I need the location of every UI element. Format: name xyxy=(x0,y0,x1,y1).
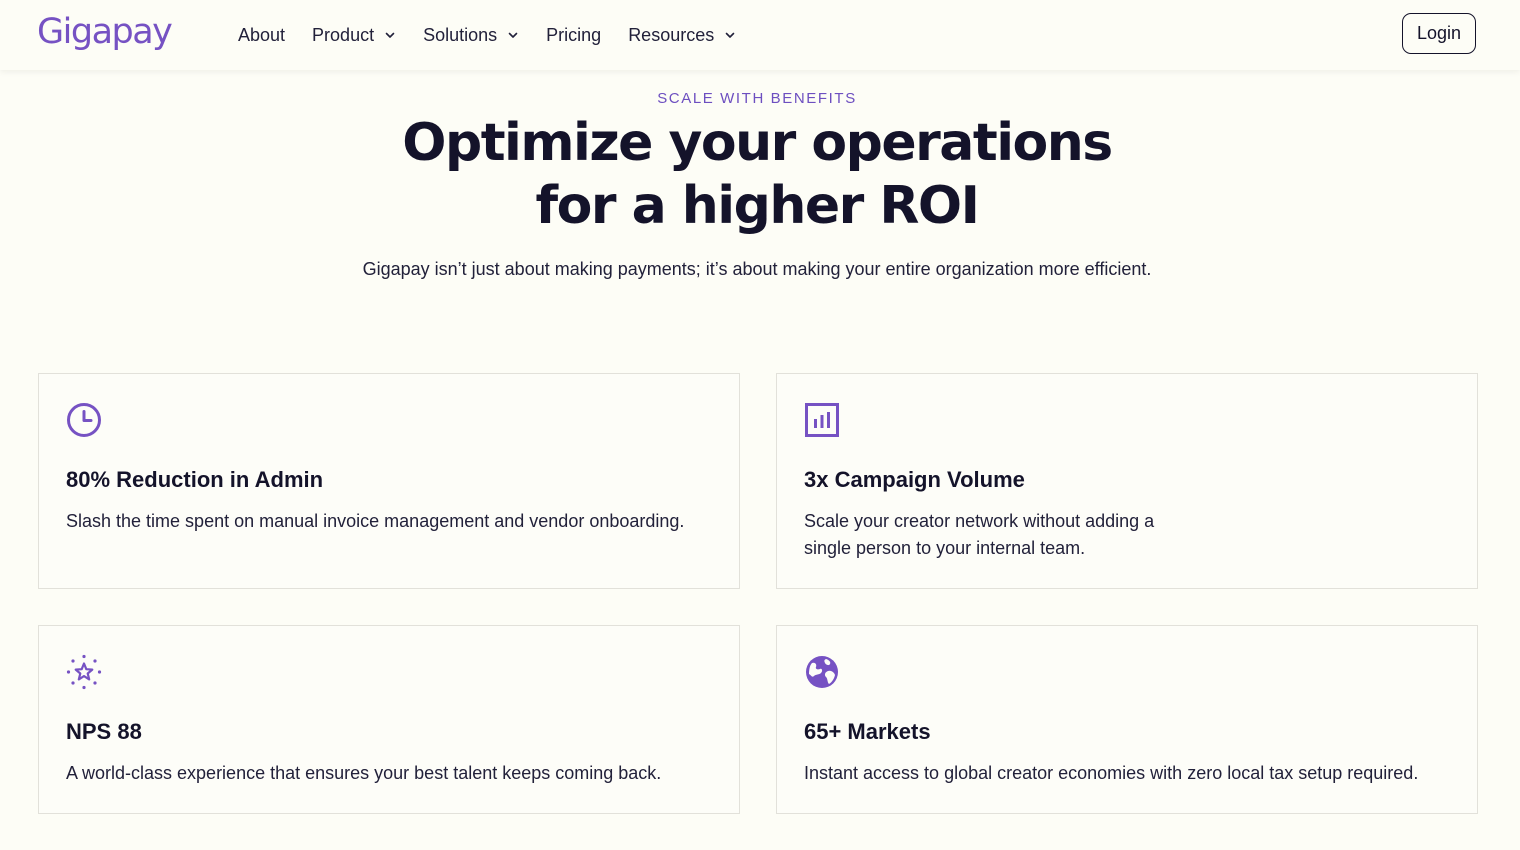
card-description: Instant access to global creator economi… xyxy=(804,763,1419,783)
nav-item-label: Pricing xyxy=(546,24,602,45)
nav-item-label: Product xyxy=(312,24,375,45)
nav-item-solutions[interactable]: Solutions xyxy=(423,25,519,46)
headline-line-2: for a higher ROI xyxy=(535,176,980,236)
login-button[interactable]: Login xyxy=(1402,13,1476,54)
benefit-card-admin: 80% Reduction in Admin Slash the time sp… xyxy=(38,373,740,589)
section-eyebrow: SCALE WITH BENEFITS xyxy=(657,90,857,107)
benefit-card-markets: 65+ Markets Instant access to global cre… xyxy=(776,625,1478,814)
page-title: Optimize your operations for a higher RO… xyxy=(0,112,1514,238)
globe-icon xyxy=(804,654,840,690)
bar-chart-icon xyxy=(804,402,840,438)
card-title: NPS 88 xyxy=(66,719,142,744)
chevron-down-icon xyxy=(724,29,736,41)
card-title: 3x Campaign Volume xyxy=(804,467,1025,492)
card-description: Scale your creator network without addin… xyxy=(804,511,1155,558)
card-title: 65+ Markets xyxy=(804,719,931,744)
card-title: 80% Reduction in Admin xyxy=(66,467,324,492)
hero-subheading: Gigapay isn’t just about making payments… xyxy=(362,259,1152,279)
nav-item-label: Solutions xyxy=(423,24,498,45)
card-description: Slash the time spent on manual invoice m… xyxy=(66,511,685,531)
gigapay-logo[interactable]: Gigapay xyxy=(37,9,173,55)
benefit-card-campaign: 3x Campaign Volume Scale your creator ne… xyxy=(776,373,1478,589)
nav-item-about[interactable]: About xyxy=(238,25,285,46)
nav-item-product[interactable]: Product xyxy=(312,25,396,46)
star-sparkle-icon xyxy=(66,654,102,690)
headline-line-1: Optimize your operations xyxy=(402,113,1113,173)
chevron-down-icon xyxy=(507,29,519,41)
benefit-card-nps: NPS 88 A world-class experience that ens… xyxy=(38,625,740,814)
nav-item-pricing[interactable]: Pricing xyxy=(546,25,601,46)
nav-item-label: About xyxy=(238,24,286,45)
chevron-down-icon xyxy=(384,29,396,41)
nav-item-label: Resources xyxy=(628,24,715,45)
main-menu: About Product Solutions Pricing Resource… xyxy=(238,0,763,70)
clock-icon xyxy=(66,402,102,438)
nav-item-resources[interactable]: Resources xyxy=(628,25,736,46)
top-navigation: Gigapay About Product Solutions Pricing … xyxy=(0,0,1520,70)
card-description: A world-class experience that ensures yo… xyxy=(66,763,662,783)
